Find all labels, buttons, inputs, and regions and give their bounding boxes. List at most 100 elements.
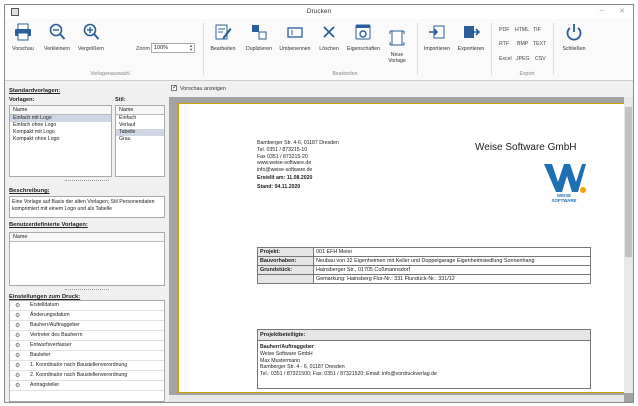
style-label: Stil: — [115, 97, 126, 103]
address-line: info@weise-software.de — [257, 167, 313, 173]
zoom-spin-icon[interactable]: ▲ ▼ — [188, 44, 194, 52]
preview-checkbox-label: Vorschau anzeigen — [180, 86, 226, 92]
settings-gear-icon: ⚙ — [15, 323, 21, 329]
splitter-handle[interactable] — [65, 289, 109, 291]
title-bar: Drucken ─ ✕ — [5, 5, 633, 19]
close-button[interactable]: Schließen — [558, 23, 590, 53]
close-label: Schließen — [562, 45, 586, 52]
scroll-thumb[interactable] — [625, 107, 632, 257]
export-button[interactable]: Exportieren — [455, 23, 487, 53]
print-setting-row[interactable]: ⚙ 1. Koordinator nach Baustellenverordnun… — [10, 361, 164, 371]
export-label: Exportieren — [457, 45, 485, 52]
vertical-scrollbar[interactable] — [624, 97, 633, 393]
user-templates-list[interactable]: Name — [9, 232, 165, 286]
styles-column-header[interactable]: Name — [116, 106, 164, 115]
template-list-item[interactable]: Einfach mit Logo — [10, 115, 111, 122]
format-rtf[interactable]: RTF — [499, 41, 509, 47]
print-setting-label: Bauleiter — [30, 352, 51, 358]
zoom-out-icon — [49, 23, 66, 40]
group-separator — [417, 23, 418, 75]
preview-viewer[interactable]: Bamberger Str. 4-6, 01187 Dresden Tel. 0… — [169, 97, 633, 402]
participants-box: Projektbeteiligte: Bauherr/Auftraggeber … — [257, 329, 591, 389]
project-row: Projekt: 001 EFH Meier — [257, 247, 591, 257]
new-template-label: Neue Vorlage — [388, 51, 406, 64]
templates-list[interactable]: Name Einfach mit Logo Einfach ohne Logo Ko… — [9, 105, 112, 177]
preview-button-label: Vorschau — [12, 45, 34, 52]
minimize-button[interactable]: ─ — [597, 7, 607, 17]
group-separator — [553, 23, 554, 75]
format-text[interactable]: TEXT — [533, 41, 546, 47]
horizontal-scrollbar[interactable] — [169, 395, 624, 402]
rename-icon — [287, 27, 303, 38]
zoom-out-button[interactable]: Verkleinern — [41, 23, 73, 53]
printer-icon — [15, 23, 31, 41]
template-list-item[interactable]: Kompakt ohne Logo — [10, 136, 111, 143]
template-list-item[interactable]: Einfach ohne Logo — [10, 122, 111, 129]
styles-list[interactable]: Name Einfach Verlauf Tabelle Grau — [115, 105, 165, 177]
properties-button[interactable]: Eigenschaften — [347, 23, 380, 53]
preview-toggle[interactable]: Vorschau anzeigen — [171, 84, 226, 92]
print-setting-label: Entwurfsverfasser — [30, 342, 72, 348]
print-window: Drucken ─ ✕ Vorschau Verkleinern Vergröß… — [4, 4, 634, 403]
window-title: Drucken — [306, 8, 332, 15]
settings-gear-icon: ⚙ — [15, 303, 21, 309]
print-setting-row[interactable]: ⚙ Antragsteller — [10, 381, 164, 391]
style-list-item[interactable]: Grau — [116, 136, 164, 143]
splitter-handle[interactable] — [65, 180, 109, 182]
style-list-item[interactable]: Einfach — [116, 115, 164, 122]
format-tif[interactable]: TIF — [533, 27, 541, 33]
zoom-select[interactable]: 100% ▲ ▼ — [151, 43, 195, 53]
zoom-in-label: Vergrößern — [78, 45, 104, 52]
project-row-key: Projekt: — [257, 247, 314, 257]
import-button[interactable]: Importieren — [421, 23, 453, 53]
address-line: Tel. 0351 / 873215-10 — [257, 146, 308, 153]
preview-button[interactable]: Vorschau — [7, 23, 39, 53]
edit-button[interactable]: Bearbeiten — [207, 23, 239, 53]
templates-label: Vorlagen: — [9, 97, 35, 103]
settings-gear-icon: ⚙ — [15, 363, 21, 369]
sender-address: Bamberger Str. 4-6, 01187 Dresden Tel. 0… — [257, 140, 339, 190]
user-templates-column-header[interactable]: Name — [10, 233, 164, 242]
print-setting-label: Antragsteller — [30, 382, 60, 388]
logo-text-line: SOFTWARE — [551, 197, 577, 203]
close-window-button[interactable]: ✕ — [617, 7, 627, 17]
standard-templates-heading: Standardvorlagen: — [9, 88, 61, 94]
print-settings-list[interactable]: ⚙ Erstelldatum ⚙ Änderungsdatum ⚙ Bauherr/Auf… — [9, 300, 165, 402]
print-setting-row[interactable]: ⚙ Vertreter des Bauherrn — [10, 331, 164, 341]
delete-button[interactable]: Löschen — [313, 23, 345, 53]
template-list-item[interactable]: Kompakt mit Logo — [10, 129, 111, 136]
zoom-in-button[interactable]: Vergrößern — [75, 23, 107, 53]
print-setting-row[interactable]: ⚙ Änderungsdatum — [10, 311, 164, 321]
group-separator — [203, 23, 204, 75]
templates-column-header[interactable]: Name — [10, 106, 111, 115]
format-html[interactable]: HTML — [515, 27, 529, 33]
duplicate-button[interactable]: Duplizieren — [243, 23, 275, 53]
rename-button[interactable]: Umbenennen — [279, 23, 311, 53]
new-template-button[interactable]: Neue Vorlage — [381, 23, 413, 71]
print-setting-label: Vertreter des Bauherrn — [30, 332, 83, 338]
format-csv[interactable]: CSV — [535, 56, 546, 62]
print-setting-row[interactable]: ⚙ Bauherr/Auftraggeber — [10, 321, 164, 331]
settings-gear-icon: ⚙ — [15, 333, 21, 339]
preview-checkbox[interactable] — [171, 84, 177, 91]
print-setting-row[interactable]: ⚙ Erstelldatum — [10, 301, 164, 311]
settings-gear-icon: ⚙ — [15, 383, 21, 389]
duplicate-label: Duplizieren — [246, 45, 272, 52]
status-date: Stand: 04.11.2020 — [257, 183, 301, 190]
format-pdf[interactable]: PDF — [499, 27, 509, 33]
style-list-item[interactable]: Tabelle — [116, 129, 164, 136]
group-label-export: Export — [519, 71, 535, 77]
style-list-item[interactable]: Verlauf — [116, 122, 164, 129]
address-line: Fax 0351 / 873215-20 — [257, 153, 308, 160]
print-setting-row[interactable]: ⚙ Entwurfsverfasser — [10, 341, 164, 351]
format-excel[interactable]: Excel — [499, 56, 512, 62]
print-setting-row[interactable]: ⚙ Bauleiter — [10, 351, 164, 361]
export-icon — [464, 26, 481, 38]
settings-gear-icon: ⚙ — [15, 313, 21, 319]
format-jpeg[interactable]: JPEG — [516, 56, 530, 62]
format-bmp[interactable]: BMP — [517, 41, 528, 47]
zoom-label: Zoom — [136, 46, 151, 52]
print-setting-row[interactable]: ⚙ 2. Koordinator nach Baustellenverordnun… — [10, 371, 164, 381]
settings-gear-icon: ⚙ — [15, 373, 21, 379]
group-label-preview: Vorlagenauswahl — [90, 71, 130, 77]
